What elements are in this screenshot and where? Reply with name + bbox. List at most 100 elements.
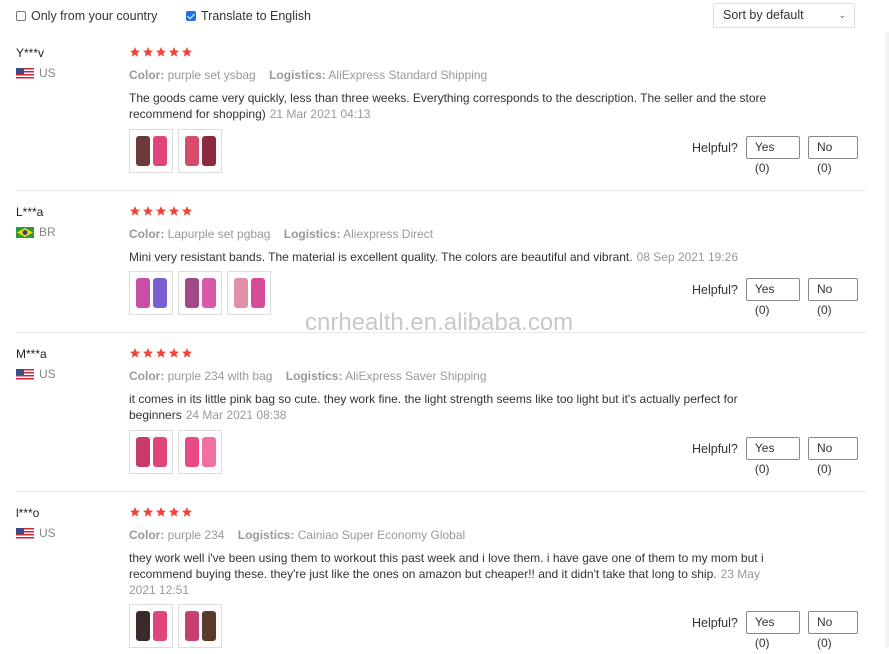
us-flag-icon xyxy=(16,67,34,79)
star-icon xyxy=(130,507,140,517)
review-text: it comes in its little pink bag so cute.… xyxy=(129,392,738,422)
star-icon xyxy=(169,348,179,358)
review-photo[interactable] xyxy=(129,604,173,648)
logistics-value: Cainiao Super Economy Global xyxy=(297,528,466,542)
review-date: 08 Sep 2021 19:26 xyxy=(636,250,739,264)
review-photo[interactable] xyxy=(178,271,222,315)
review-date: 24 Mar 2021 08:38 xyxy=(185,408,287,422)
review-photo[interactable] xyxy=(129,430,173,474)
star-icon xyxy=(143,47,153,57)
chevron-down-icon: ⌄ xyxy=(838,10,846,20)
helpful-no-button[interactable]: No (0) xyxy=(807,437,858,476)
star-icon xyxy=(143,507,153,517)
sort-dropdown[interactable]: Sort by default ⌄ xyxy=(713,3,855,28)
rating-stars xyxy=(129,347,193,359)
star-icon xyxy=(156,206,166,216)
star-icon xyxy=(182,348,192,358)
review-photo[interactable] xyxy=(178,604,222,648)
logistics-value: AliExpress Saver Shipping xyxy=(345,369,487,383)
checkbox-unchecked-icon[interactable] xyxy=(16,11,26,21)
reviewer-name: l***o xyxy=(16,506,40,520)
only-country-checkbox[interactable]: Only from your country xyxy=(16,9,157,23)
reviewer-name: M***a xyxy=(16,347,47,361)
star-icon xyxy=(130,47,140,57)
star-icon xyxy=(182,507,192,517)
sort-label: Sort by default xyxy=(723,8,804,22)
review-photo[interactable] xyxy=(227,271,271,315)
review-photo[interactable] xyxy=(129,271,173,315)
color-label: Color: xyxy=(129,68,165,82)
watermark: cnrhealth.en.alibaba.com xyxy=(305,309,574,336)
color-value: purple 234 xyxy=(167,528,225,542)
reviewer-country: US xyxy=(16,66,56,80)
color-value: purple 234 with bag xyxy=(167,369,273,383)
reviewer-country: US xyxy=(16,367,56,381)
review-photo[interactable] xyxy=(178,430,222,474)
reviewer-country: BR xyxy=(16,225,56,239)
review-photos xyxy=(129,430,222,474)
rating-stars xyxy=(129,205,193,217)
helpful-label: Helpful? xyxy=(692,441,738,456)
logistics-label: Logistics: xyxy=(285,369,343,383)
star-icon xyxy=(182,206,192,216)
us-flag-icon xyxy=(16,368,34,380)
color-label: Color: xyxy=(129,227,165,241)
helpful-no-button[interactable]: No (0) xyxy=(807,611,858,650)
helpful-yes-button[interactable]: Yes (0) xyxy=(745,611,800,650)
helpful-label: Helpful? xyxy=(692,282,738,297)
translate-checkbox[interactable]: Translate to English xyxy=(186,9,311,23)
reviewer-name: L***a xyxy=(16,205,44,219)
review-photo[interactable] xyxy=(129,129,173,173)
filter-bar: Only from your country Translate to Engl… xyxy=(0,0,889,32)
star-icon xyxy=(169,206,179,216)
helpful-yes-button[interactable]: Yes (0) xyxy=(745,278,800,317)
helpful-yes-button[interactable]: Yes (0) xyxy=(745,437,800,476)
divider xyxy=(16,190,866,191)
translate-label: Translate to English xyxy=(201,9,312,23)
review-meta: Color: purple 234 Logistics: Cainiao Sup… xyxy=(129,528,475,542)
color-label: Color: xyxy=(129,369,165,383)
star-icon xyxy=(143,348,153,358)
star-icon xyxy=(169,47,179,57)
rating-stars xyxy=(129,46,193,58)
divider xyxy=(16,491,866,492)
logistics-label: Logistics: xyxy=(283,227,341,241)
helpful-row: Helpful? Yes (0) No (0) xyxy=(692,278,866,317)
review-photos xyxy=(129,271,271,315)
star-icon xyxy=(169,507,179,517)
review-meta: Color: purple set ysbag Logistics: AliEx… xyxy=(129,68,497,82)
logistics-value: Aliexpress Direct xyxy=(343,227,434,241)
review-text: Mini very resistant bands. The material … xyxy=(129,250,739,264)
helpful-row: Helpful? Yes (0) No (0) xyxy=(692,611,866,650)
helpful-no-button[interactable]: No (0) xyxy=(807,278,858,317)
star-icon xyxy=(156,507,166,517)
logistics-label: Logistics: xyxy=(237,528,295,542)
us-flag-icon xyxy=(16,527,34,539)
logistics-value: AliExpress Standard Shipping xyxy=(328,68,488,82)
reviewer-country: US xyxy=(16,526,56,540)
reviewer-name: Y***v xyxy=(16,46,45,60)
star-icon xyxy=(156,47,166,57)
helpful-row: Helpful? Yes (0) No (0) xyxy=(692,437,866,476)
color-value: Lapurple set pgbag xyxy=(167,227,271,241)
checkbox-checked-icon[interactable] xyxy=(186,11,196,21)
star-icon xyxy=(143,206,153,216)
logistics-label: Logistics: xyxy=(269,68,326,82)
helpful-row: Helpful? Yes (0) No (0) xyxy=(692,136,866,175)
star-icon xyxy=(130,348,140,358)
helpful-label: Helpful? xyxy=(692,615,738,630)
scrollbar[interactable] xyxy=(885,32,889,647)
helpful-label: Helpful? xyxy=(692,140,738,155)
helpful-no-button[interactable]: No (0) xyxy=(807,136,858,175)
review-text: they work well i've been using them to w… xyxy=(129,551,764,597)
rating-stars xyxy=(129,506,193,518)
only-country-label: Only from your country xyxy=(31,9,158,23)
review-photo[interactable] xyxy=(178,129,222,173)
helpful-yes-button[interactable]: Yes (0) xyxy=(745,136,800,175)
review-date: 21 Mar 2021 04:13 xyxy=(269,107,371,121)
review-photos xyxy=(129,604,222,648)
star-icon xyxy=(130,206,140,216)
review-text: The goods came very quickly, less than t… xyxy=(129,91,767,121)
review-photos xyxy=(129,129,222,173)
review-meta: Color: purple 234 with bag Logistics: Al… xyxy=(129,369,497,383)
